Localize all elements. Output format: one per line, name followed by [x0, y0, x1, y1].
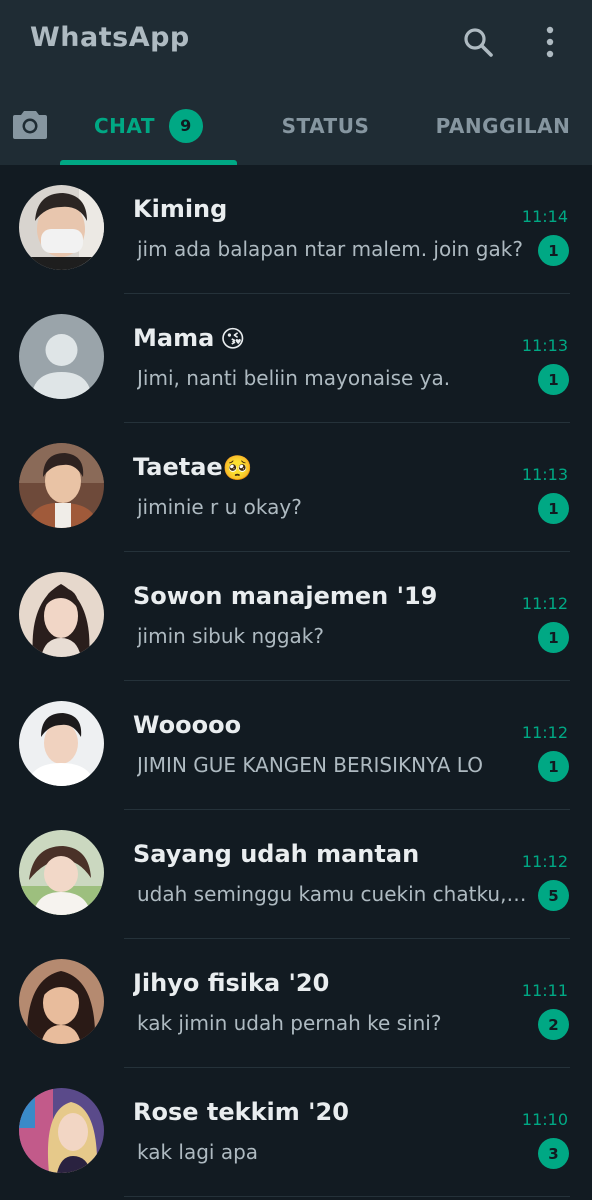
chat-row[interactable]: Sowon manajemen '19 11:12 jimin sibuk ng…	[0, 552, 592, 681]
unread-badge: 1	[538, 493, 569, 524]
avatar[interactable]	[19, 1088, 104, 1173]
chat-time: 11:14	[521, 207, 568, 226]
chat-time: 11:13	[521, 336, 568, 355]
chat-row[interactable]: Kiming 11:14 jim ada balapan ntar malem.…	[0, 165, 592, 294]
chat-last-message: jiminie r u okay?	[137, 495, 302, 519]
chat-time: 11:10	[521, 1110, 568, 1129]
chat-name: Sowon manajemen '19	[133, 582, 438, 610]
chat-last-message: kak jimin udah pernah ke sini?	[137, 1011, 442, 1035]
tab-chat-unread-badge: 9	[168, 108, 203, 143]
chat-last-message: kak lagi apa	[137, 1140, 259, 1164]
chat-name: Rose tekkim '20	[133, 1098, 349, 1126]
search-icon	[464, 28, 493, 57]
avatar[interactable]	[19, 701, 104, 786]
chat-name: Jihyo fisika '20	[133, 969, 330, 997]
avatar[interactable]	[19, 572, 104, 657]
chat-time: 11:12	[521, 852, 568, 871]
avatar[interactable]	[19, 959, 104, 1044]
chat-row[interactable]: Rose tekkim '20 11:10 kak lagi apa 3	[0, 1068, 592, 1197]
chat-last-message: Jimi, nanti beliin mayonaise ya.	[137, 366, 451, 390]
unread-badge: 1	[538, 364, 569, 395]
chat-last-message: jimin sibuk nggak?	[137, 624, 324, 648]
chat-time: 11:13	[521, 465, 568, 484]
tab-status-label: STATUS	[281, 113, 370, 138]
chat-time: 11:11	[521, 981, 568, 1000]
divider	[124, 1196, 570, 1197]
kiss-emoji: 😘	[220, 325, 246, 353]
chat-last-message: udah seminggu kamu cuekin chatku, ...	[137, 882, 529, 906]
unread-badge: 5	[538, 880, 569, 911]
chat-last-message: JIMIN GUE KANGEN BERISIKNYA LO	[137, 753, 483, 777]
chat-name: Sayang udah mantan	[133, 840, 420, 868]
tab-calls[interactable]: PANGGILAN	[414, 86, 592, 165]
chat-time: 11:12	[521, 594, 568, 613]
tab-status[interactable]: STATUS	[237, 86, 414, 165]
search-button[interactable]	[456, 20, 500, 64]
app-title: WhatsApp	[30, 22, 190, 53]
chat-name: Taetae🥺	[133, 453, 253, 482]
app-bar: WhatsApp CHAT 9 STATUS PANGGILAN	[0, 0, 592, 165]
unread-badge: 1	[538, 622, 569, 653]
default-avatar-icon	[19, 314, 104, 399]
pleading-face-emoji: 🥺	[222, 454, 253, 482]
more-vert-icon	[546, 26, 554, 58]
chat-list: Kiming 11:14 jim ada balapan ntar malem.…	[0, 165, 592, 1200]
avatar[interactable]	[19, 443, 104, 528]
camera-icon	[13, 111, 47, 139]
tab-calls-label: PANGGILAN	[435, 113, 571, 138]
avatar[interactable]	[19, 314, 104, 399]
avatar[interactable]	[19, 830, 104, 915]
chat-name: Kiming	[133, 195, 228, 223]
chat-name: Wooooo	[133, 711, 242, 739]
chat-row[interactable]: Wooooo 11:12 JIMIN GUE KANGEN BERISIKNYA…	[0, 681, 592, 810]
chat-row[interactable]: Taetae🥺 11:13 jiminie r u okay? 1	[0, 423, 592, 552]
unread-badge: 3	[538, 1138, 569, 1169]
chat-last-message: jim ada balapan ntar malem. join gak?	[137, 237, 523, 261]
tab-bar: CHAT 9 STATUS PANGGILAN	[0, 86, 592, 165]
unread-badge: 2	[538, 1009, 569, 1040]
more-options-button[interactable]	[528, 20, 572, 64]
chat-row[interactable]: Mama 😘 11:13 Jimi, nanti beliin mayonaise…	[0, 294, 592, 423]
avatar[interactable]	[19, 185, 104, 270]
chat-time: 11:12	[521, 723, 568, 742]
chat-row[interactable]: Sayang udah mantan 11:12 udah seminggu k…	[0, 810, 592, 939]
chat-row[interactable]: Jihyo fisika '20 11:11 kak jimin udah pe…	[0, 939, 592, 1068]
tab-chat-label: CHAT	[94, 113, 155, 138]
chat-name: Mama 😘	[133, 324, 246, 353]
unread-badge: 1	[538, 751, 569, 782]
tab-camera[interactable]	[8, 102, 52, 146]
unread-badge: 1	[538, 235, 569, 266]
tab-chat[interactable]: CHAT 9	[60, 86, 237, 165]
